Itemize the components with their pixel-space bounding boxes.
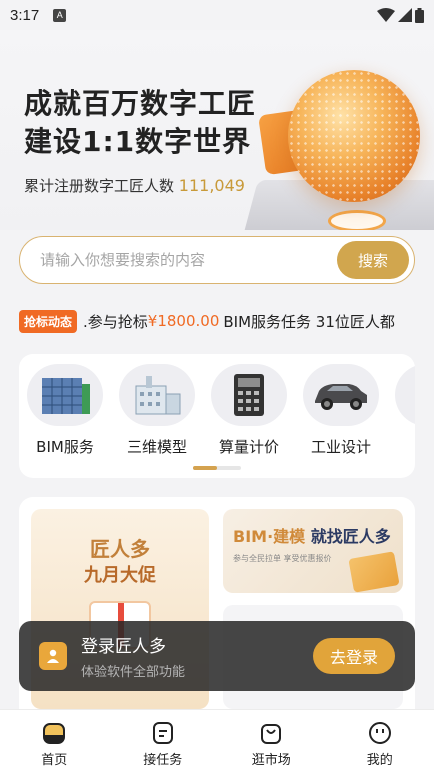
nav-label: 我的 — [366, 753, 393, 768]
nav-label: 逛市场 — [251, 753, 291, 768]
search-input[interactable] — [20, 251, 337, 269]
category-label: 算量计价 — [218, 438, 279, 456]
status-indicators — [377, 7, 424, 23]
nav-label: 首页 — [41, 753, 68, 768]
task-icon — [150, 720, 176, 746]
ticker-text-prefix: .参与抢标 — [83, 312, 148, 331]
login-prompt-subtitle: 体验软件全部功能 — [81, 665, 186, 680]
factory-icon — [119, 364, 195, 426]
category-strip: BIM服务 三维模型 算量计价 工业设计 — [19, 354, 415, 478]
car-icon — [303, 364, 379, 426]
bag-icon — [258, 720, 284, 746]
signal-icon — [398, 8, 412, 22]
smile-icon — [367, 720, 393, 746]
nav-profile[interactable]: 我的 — [326, 710, 434, 773]
nav-label: 接任务 — [143, 753, 183, 768]
wifi-icon — [377, 8, 395, 22]
promo-bim-caption: 参与全民拉单 享受优惠报价 — [233, 554, 332, 563]
category-3d-model[interactable]: 三维模型 — [117, 364, 197, 457]
category-game[interactable]: 游 — [393, 364, 415, 457]
search-bar: 搜索 — [19, 236, 415, 284]
ticker-text-suffix: BIM服务任务 31位匠人都 — [223, 312, 395, 331]
category-label: 工业设计 — [310, 438, 371, 456]
cubes-icon — [348, 551, 400, 593]
hero-stat-label: 累计注册数字工匠人数 — [24, 177, 175, 195]
promo-bim-title-a: BIM·建模 — [233, 527, 306, 546]
promo-bim-title: BIM·建模 就找匠人多 — [233, 523, 391, 547]
hero-title-line2: 建设1:1数字世界 — [24, 125, 252, 158]
login-prompt: 登录匠人多 体验软件全部功能 去登录 — [19, 621, 415, 691]
gamepad-icon — [395, 364, 415, 426]
hero-stat: 累计注册数字工匠人数 111,049 — [24, 175, 245, 196]
home-icon — [41, 720, 67, 746]
category-industrial-design[interactable]: 工业设计 — [301, 364, 381, 457]
battery-icon — [415, 7, 424, 23]
category-label: 三维模型 — [126, 438, 187, 456]
category-estimation[interactable]: 算量计价 — [209, 364, 289, 457]
hero-title-line1: 成就百万数字工匠 — [24, 87, 257, 120]
building-icon — [27, 364, 103, 426]
login-button[interactable]: 去登录 — [313, 638, 395, 674]
category-label: 游 — [393, 436, 415, 457]
bottom-nav: 首页 接任务 逛市场 我的 — [0, 709, 434, 773]
user-icon — [39, 642, 67, 670]
hero-banner[interactable]: 成就百万数字工匠 建设1:1数字世界 累计注册数字工匠人数 111,049 — [0, 30, 434, 230]
nav-tasks[interactable]: 接任务 — [109, 710, 218, 773]
globe-graphic — [288, 70, 420, 202]
login-prompt-title: 登录匠人多 — [81, 637, 166, 657]
status-time: 3:17 — [10, 6, 40, 24]
category-scroll-indicator — [193, 466, 241, 470]
promo-sale-subtitle: 九月大促 — [84, 565, 156, 586]
ticker-price: ¥1800.00 — [147, 312, 220, 330]
promo-sale-title: 匠人多 — [90, 537, 150, 561]
promo-bim-card[interactable]: BIM·建模 就找匠人多 参与全民拉单 享受优惠报价 — [223, 509, 403, 593]
search-button[interactable]: 搜索 — [337, 241, 409, 279]
login-prompt-text: 登录匠人多 体验软件全部功能 — [81, 632, 185, 680]
nav-market[interactable]: 逛市场 — [217, 710, 326, 773]
promo-bim-title-b: 就找匠人多 — [310, 527, 391, 546]
promo-section: 匠人多 九月大促 BIM·建模 就找匠人多 参与全民拉单 享受优惠报价 — [19, 497, 415, 727]
notification-a-icon: A — [53, 8, 67, 22]
calculator-icon — [211, 364, 287, 426]
ticker-badge: 抢标动态 — [19, 309, 78, 333]
bidding-ticker[interactable]: 抢标动态 .参与抢标 ¥1800.00 BIM服务任务 31位匠人都 — [19, 309, 415, 333]
hero-stat-value: 111,049 — [178, 176, 245, 195]
category-bim[interactable]: BIM服务 — [25, 364, 105, 457]
category-label: BIM服务 — [36, 438, 94, 456]
hero-ring-graphic — [328, 210, 386, 230]
status-bar: 3:17 A — [0, 0, 434, 30]
nav-home[interactable]: 首页 — [0, 710, 109, 773]
